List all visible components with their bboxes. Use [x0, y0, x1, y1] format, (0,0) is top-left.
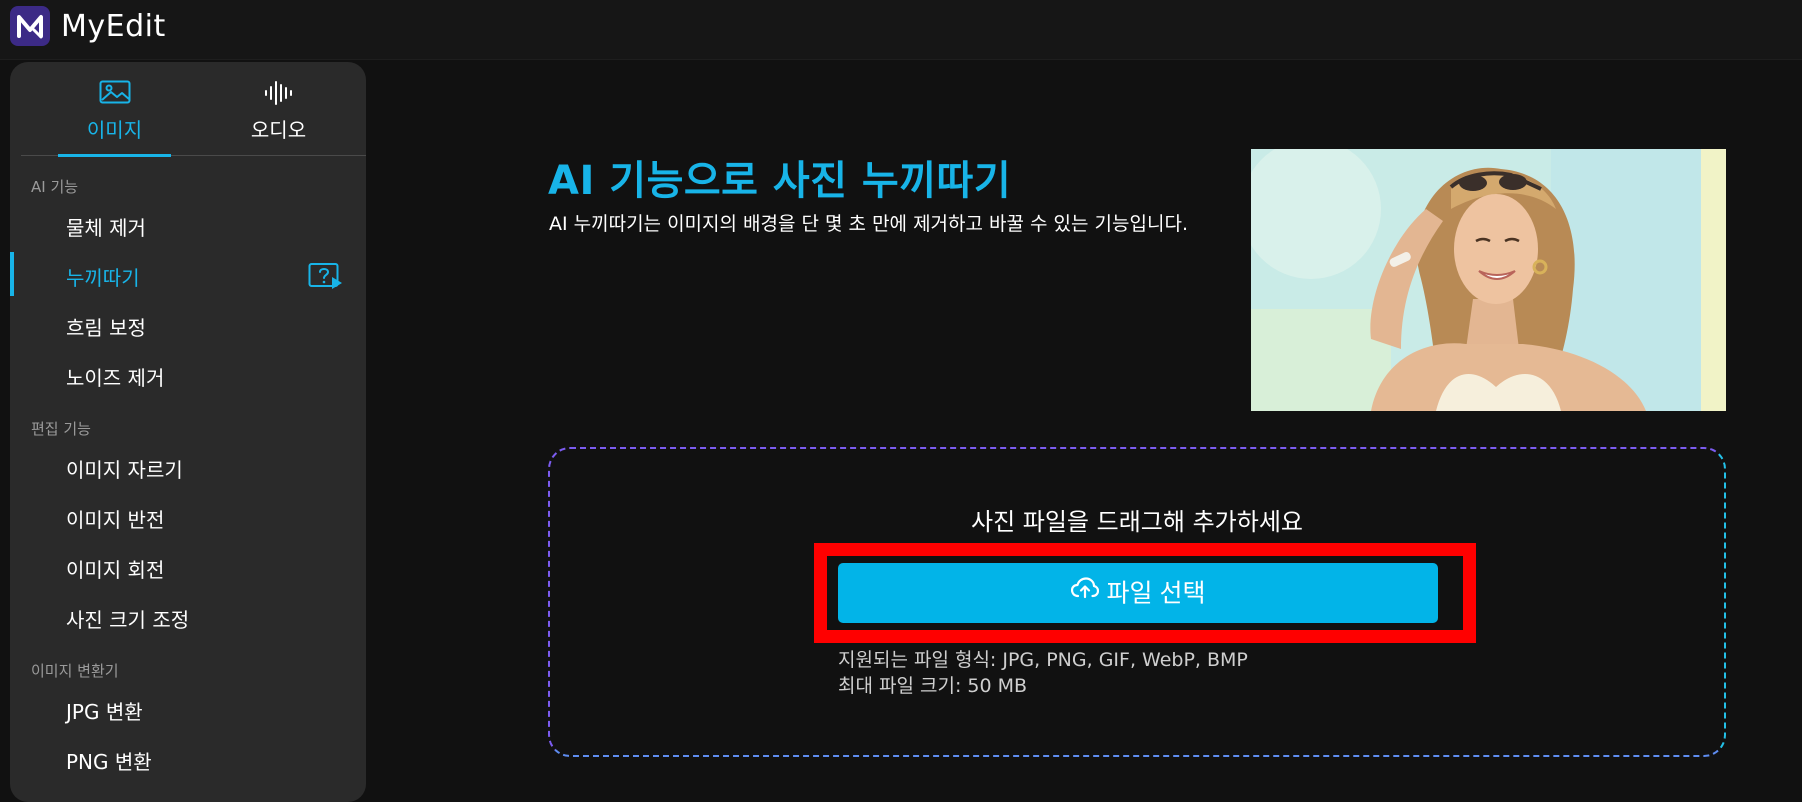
brand-name[interactable]: MyEdit — [61, 9, 166, 44]
sidebar-item-label: 누끼따기 — [66, 266, 140, 290]
myedit-logo-icon[interactable] — [10, 6, 50, 46]
choose-file-label: 파일 선택 — [1106, 579, 1206, 608]
sidebar-item-rotate[interactable]: 이미지 회전 — [10, 544, 366, 588]
sidebar-item-label: 사진 크기 조정 — [66, 608, 190, 632]
tab-image[interactable]: 이미지 — [58, 62, 171, 157]
tab-audio[interactable]: 오디오 — [221, 62, 336, 156]
cloud-upload-icon — [1070, 576, 1099, 606]
sidebar-item-label: 이미지 회전 — [66, 558, 165, 582]
mode-tabs: 이미지 오디오 — [21, 62, 366, 157]
sidebar-item-resize[interactable]: 사진 크기 조정 — [10, 594, 366, 638]
sidebar-item-label: 이미지 자르기 — [66, 458, 183, 482]
section-title-edit: 편집 기능 — [31, 420, 91, 438]
sample-photo — [1251, 149, 1726, 411]
tutorial-video-icon[interactable] — [308, 262, 344, 290]
drop-instruction: 사진 파일을 드래그해 추가하세요 — [970, 508, 1303, 536]
sidebar-item-object-removal[interactable]: 물체 제거 — [10, 202, 366, 246]
sidebar-item-label: PNG 변환 — [66, 750, 152, 774]
sidebar-item-label: 노이즈 제거 — [66, 366, 165, 390]
audio-wave-icon — [263, 80, 295, 110]
sidebar-item-label: 물체 제거 — [66, 216, 146, 240]
sidebar-item-label: JPG 변환 — [66, 700, 143, 724]
upload-dropzone[interactable]: 사진 파일을 드래그해 추가하세요 파일 선택 지원되는 파일 형식: JPG,… — [548, 447, 1726, 757]
top-bar: MyEdit — [0, 0, 1802, 60]
sidebar-item-label: 이미지 반전 — [66, 508, 165, 532]
sidebar-item-noise-removal[interactable]: 노이즈 제거 — [10, 352, 366, 396]
sidebar-item-blur-fix[interactable]: 흐림 보정 — [10, 302, 366, 346]
choose-file-button[interactable]: 파일 선택 — [838, 563, 1438, 623]
sidebar-item-crop[interactable]: 이미지 자르기 — [10, 444, 366, 488]
supported-formats: 지원되는 파일 형식: JPG, PNG, GIF, WebP, BMP — [838, 649, 1248, 671]
image-icon — [99, 80, 131, 108]
sidebar: 이미지 오디오 AI 기능 물체 제거 누끼따기 흐림 보정 노이즈 제거 편집… — [10, 62, 366, 802]
tab-image-label: 이미지 — [86, 118, 143, 142]
page-title: AI 기능으로 사진 누끼따기 — [548, 158, 1012, 204]
tab-audio-label: 오디오 — [250, 118, 307, 142]
sidebar-item-png-convert[interactable]: PNG 변환 — [10, 736, 366, 780]
sidebar-item-label: 흐림 보정 — [66, 316, 146, 340]
page-description: AI 누끼따기는 이미지의 배경을 단 몇 초 만에 제거하고 바꿀 수 있는 … — [549, 213, 1188, 235]
max-file-size: 최대 파일 크기: 50 MB — [838, 675, 1028, 697]
section-title-converter: 이미지 변환기 — [31, 662, 119, 680]
section-title-ai: AI 기능 — [31, 178, 79, 196]
sidebar-item-background-removal[interactable]: 누끼따기 — [10, 252, 366, 296]
sidebar-item-flip[interactable]: 이미지 반전 — [10, 494, 366, 538]
sidebar-item-jpg-convert[interactable]: JPG 변환 — [10, 686, 366, 730]
